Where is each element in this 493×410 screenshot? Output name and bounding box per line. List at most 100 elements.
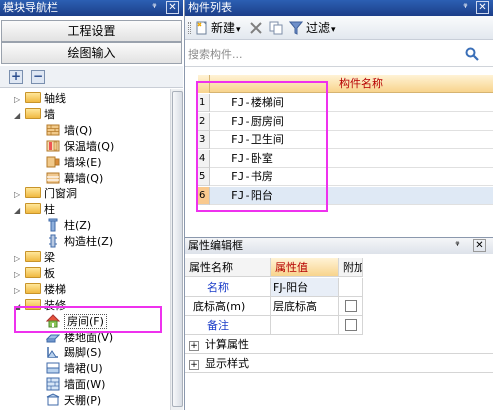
folder-icon <box>25 251 41 262</box>
component-list-title-text: 构件列表 <box>188 1 232 14</box>
property-editor-panel: 属性编辑框 ᵠ ✕ 属性名称 属性值 附加名称 FJ-阳台底标高(m) 层底标高备注 + 计… <box>185 237 493 410</box>
tree-toolbar: + − <box>0 66 183 88</box>
search-icon[interactable] <box>465 47 479 61</box>
tree-item-label: 装修 <box>44 298 66 312</box>
expand-toggle-icon[interactable]: + <box>189 360 199 370</box>
close-icon[interactable]: ✕ <box>473 239 486 252</box>
property-name-text: 底标高(m) <box>193 300 246 313</box>
filter-icon <box>289 21 303 35</box>
search-input[interactable] <box>188 45 458 63</box>
pin-icon[interactable]: ᵠ <box>451 239 464 252</box>
copy-button[interactable] <box>269 20 287 36</box>
new-button[interactable]: 新建▾ <box>195 20 241 36</box>
property-group-row[interactable]: + 显示样式 <box>185 354 493 373</box>
right-area: 构件列表 ᵠ ✕ 新建▾ 过滤▾ 搜索构件... 构件名称 1 FJ-楼梯间 2… <box>184 0 493 410</box>
tree-item-label: 幕墙(Q) <box>64 171 104 185</box>
property-value-cell[interactable]: 层底标高 <box>271 297 339 316</box>
expand-toggle-icon[interactable]: + <box>189 341 199 351</box>
drawing-input-button[interactable]: 绘图输入 <box>1 42 182 64</box>
tree-item-label: 房间(F) <box>64 313 107 329</box>
property-name-text: 名称 <box>207 281 229 294</box>
project-settings-button[interactable]: 工程设置 <box>1 20 182 42</box>
extra-checkbox[interactable] <box>345 319 357 331</box>
skirting-icon <box>47 347 58 359</box>
pin-icon[interactable]: ᵠ <box>148 1 161 14</box>
folder-icon <box>25 187 41 199</box>
filter-button-label: 过滤 <box>306 21 331 35</box>
component-row[interactable]: FJ-厨房间 <box>210 113 493 131</box>
folder-icon <box>25 298 41 310</box>
room-icon <box>46 313 60 328</box>
tree-item-label: 楼梯 <box>44 282 66 296</box>
property-value-cell[interactable] <box>271 316 339 335</box>
row-number[interactable]: 1 <box>198 94 210 112</box>
expand-all-icon[interactable]: + <box>9 70 23 84</box>
component-name-header-text: 构件名称 <box>339 77 383 90</box>
property-name-cell[interactable]: 底标高(m) <box>185 297 271 316</box>
component-row[interactable]: FJ-楼梯间 <box>210 94 493 112</box>
component-row[interactable]: FJ-阳台 <box>210 186 493 205</box>
extra-checkbox[interactable] <box>345 300 357 312</box>
collapse-toggle-icon[interactable]: ◢ <box>14 298 23 316</box>
delete-button[interactable] <box>249 20 267 36</box>
close-icon[interactable]: ✕ <box>166 1 179 14</box>
tree-item-label: 板 <box>44 266 55 280</box>
ceiling-icon <box>46 393 60 406</box>
tree-item-label: 构造柱(Z) <box>64 235 114 249</box>
row-number[interactable]: 3 <box>198 131 210 149</box>
property-value-cell[interactable]: FJ-阳台 <box>271 278 339 297</box>
property-value-header[interactable]: 属性值 <box>271 258 339 277</box>
component-list-title: 构件列表 ᵠ ✕ <box>185 0 493 16</box>
wall-pier-icon <box>46 156 60 168</box>
tree-item-label: 墙垛(E) <box>64 155 102 169</box>
property-name-text: 备注 <box>207 319 229 332</box>
property-name-cell[interactable]: 备注 <box>185 316 271 335</box>
row-number[interactable]: 4 <box>198 149 210 168</box>
filter-button[interactable]: 过滤▾ <box>289 20 336 36</box>
new-icon <box>196 21 207 35</box>
column-icon <box>48 218 58 232</box>
property-group-row[interactable]: + 计算属性 <box>185 335 493 354</box>
wall-icon <box>46 124 60 136</box>
property-extra-header[interactable]: 附加 <box>339 258 363 277</box>
property-editor-title: 属性编辑框 ᵠ ✕ <box>185 238 493 254</box>
folder-icon <box>25 282 41 294</box>
component-row[interactable]: FJ-书房 <box>210 168 493 186</box>
property-name-cell[interactable]: 名称 <box>185 278 271 297</box>
row-number[interactable]: 2 <box>198 112 210 131</box>
component-search-bar <box>185 41 493 67</box>
row-number[interactable]: 5 <box>198 168 210 186</box>
collapse-toggle-icon[interactable]: ◢ <box>14 107 23 125</box>
component-toolbar: 新建▾ 过滤▾ <box>185 16 493 40</box>
collapse-toggle-icon[interactable]: ◢ <box>14 202 23 220</box>
component-grid: 构件名称 1 FJ-楼梯间 2 FJ-厨房间 3 FJ-卫生间 4 FJ-卧室 5 FJ-书房 6 F… <box>185 67 493 237</box>
folder-icon <box>25 107 41 119</box>
property-name-text: 显示样式 <box>205 357 249 370</box>
tree-scrollbar-thumb[interactable] <box>172 91 183 407</box>
tree-item[interactable]: 天棚(P) <box>46 392 101 410</box>
component-row[interactable]: FJ-卫生间 <box>210 131 493 149</box>
pin-icon[interactable]: ᵠ <box>459 1 472 14</box>
tree-item[interactable]: 构造柱(Z) <box>46 233 113 251</box>
new-button-label: 新建 <box>211 21 236 35</box>
filter-dropdown-icon[interactable]: ▾ <box>331 25 336 35</box>
collapse-all-icon[interactable]: − <box>31 70 45 84</box>
tree-scrollbar[interactable] <box>170 89 183 410</box>
tree-item-label: 楼地面(V) <box>64 330 114 344</box>
dado-icon <box>46 362 60 374</box>
property-name-header[interactable]: 属性名称 <box>185 258 271 277</box>
tree-item-label: 保温墙(Q) <box>64 139 115 153</box>
insulation-wall-icon <box>46 140 60 152</box>
tree-item-label: 柱(Z) <box>64 219 92 233</box>
navigation-panel-title-text: 模块导航栏 <box>3 1 58 14</box>
toolbar-grip <box>188 22 191 34</box>
component-row[interactable]: FJ-卧室 <box>210 150 493 168</box>
floor-icon <box>46 334 60 342</box>
row-number[interactable]: 6 <box>198 186 210 205</box>
tree-item-label: 墙 <box>44 107 55 121</box>
new-dropdown-icon[interactable]: ▾ <box>236 25 241 35</box>
close-icon[interactable]: ✕ <box>476 1 489 14</box>
folder-icon <box>25 203 41 215</box>
component-name-header[interactable]: 构件名称 <box>210 75 493 93</box>
module-navigation-panel: 模块导航栏 ᵠ ✕ 工程设置 绘图输入 + − ▷ 轴线 ◢ 墙墙(Q) 保温墙(Q) 墙… <box>0 0 183 410</box>
